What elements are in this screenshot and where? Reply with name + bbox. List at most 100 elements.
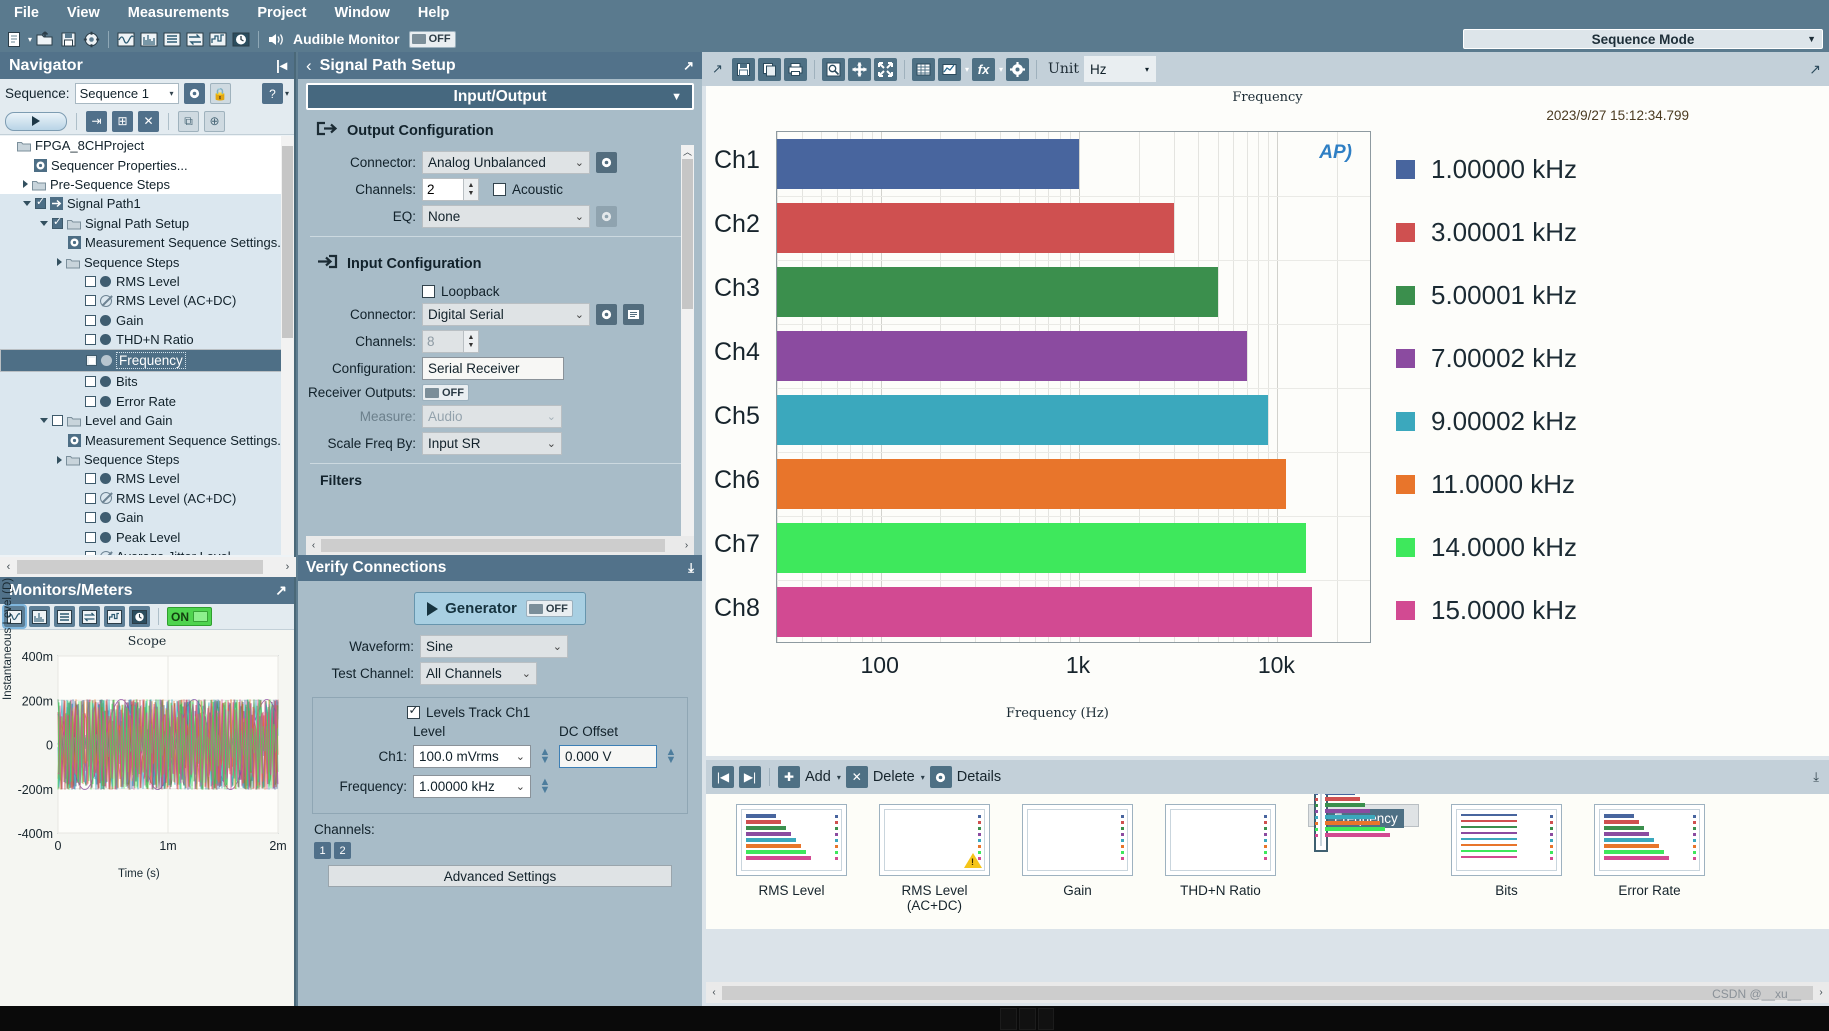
menu-view[interactable]: View [67,5,100,21]
output-channels-stepper[interactable]: 2 ▲ ▼ [422,178,479,201]
tree-item-rms-level[interactable]: RMS Level [0,469,294,489]
next-icon[interactable]: ▶| [739,766,761,788]
output-eq-select[interactable]: None ⌄ [422,205,590,228]
measurement-thumb-rms-level[interactable]: RMS Level [736,804,847,900]
taskbar-item[interactable] [1000,1007,1017,1030]
graph-icon[interactable] [938,57,961,81]
signal-path-vscrollbar[interactable]: ︿ ﹀ [681,145,694,536]
copy-icon[interactable]: ⧉ [178,110,199,132]
bar-ch2[interactable] [777,203,1174,253]
tree-item-signal-path1[interactable]: Signal Path1 [0,194,294,214]
tree-item-checkbox[interactable] [86,355,97,367]
function-dropdown-icon[interactable]: ▾ [999,65,1003,74]
tree-item-pre-sequence-steps[interactable]: Pre-Sequence Steps [0,175,294,194]
sequence-lock-icon[interactable]: 🔒 [209,83,231,104]
bar-ch4[interactable] [777,331,1247,381]
thumb-preview[interactable] [736,804,847,876]
delete-label[interactable]: Delete [873,769,915,785]
scroll-left-icon[interactable]: ‹ [0,561,17,573]
tree-item-fpga-8chproject[interactable]: FPGA_8CHProject [0,136,294,155]
previous-icon[interactable]: |◀ [712,766,734,788]
input-connector-settings-gear-icon[interactable] [596,304,617,325]
sequence-select[interactable]: Sequence 1 ▾ [74,83,179,104]
ch1-dc-offset-input[interactable]: 0.000 V [559,744,657,768]
scroll-right-icon[interactable]: › [679,540,694,551]
collapse-panel-icon[interactable]: |◂ [276,57,287,74]
tree-item-sequencer-properties[interactable]: Sequencer Properties... [0,155,294,174]
scroll-left-icon[interactable]: ‹ [306,540,321,551]
tree-item-bits[interactable]: Bits [0,372,294,392]
acoustic-checkbox-row[interactable]: Acoustic [493,182,563,197]
transfer-view-icon[interactable] [79,606,100,627]
input-connector-detail-icon[interactable] [623,304,644,325]
add-icon[interactable]: ✚ [778,766,800,788]
scroll-right-icon[interactable]: › [1813,987,1829,998]
popout-icon[interactable]: ↗ [275,582,287,599]
tree-item-rms-level-ac-dc[interactable]: RMS Level (AC+DC) [0,488,294,509]
thumb-preview[interactable] [1594,804,1705,876]
spectrum-view-icon[interactable] [29,606,50,627]
tree-item-signal-path-setup[interactable]: Signal Path Setup [0,213,294,233]
delete-dropdown-icon[interactable]: ▾ [921,773,925,782]
tree-item-rms-level[interactable]: RMS Level [0,271,294,292]
measurement-thumb-thd-n-ratio[interactable]: THD+N Ratio [1165,804,1276,900]
scrollbar-thumb[interactable] [321,539,665,552]
tree-item-checkbox[interactable] [85,376,96,388]
frequency-select[interactable]: 1.00000 kHz ⌄ [413,774,531,798]
scrollbar-thumb[interactable] [682,159,693,309]
tree-item-checkbox[interactable] [85,295,96,307]
input-configuration-value[interactable]: Serial Receiver [422,357,564,380]
input-connector-select[interactable]: Digital Serial ⌄ [422,303,590,326]
tree-item-measurement-sequence-settings[interactable]: Measurement Sequence Settings.. [0,232,294,253]
taskbar-item[interactable] [1037,1007,1055,1030]
print-icon[interactable] [784,57,807,81]
stepper-arrows-icon[interactable]: ▲ ▼ [464,178,479,201]
tree-item-thd-n-ratio[interactable]: THD+N Ratio [0,329,294,350]
open-folder-icon[interactable] [35,29,55,49]
bar-ch3[interactable] [777,267,1218,317]
thumb-preview[interactable] [1022,804,1133,876]
thumb-preview[interactable] [1451,804,1562,876]
thumb-preview[interactable] [1314,794,1390,852]
ch1-level-stepper[interactable]: ▲ ▼ [537,743,553,769]
help-button[interactable]: ? ▾ [261,83,289,104]
collapse-chevron-icon[interactable] [40,418,48,424]
add-dropdown-icon[interactable]: ▾ [837,773,841,782]
tree-item-checkbox[interactable] [85,314,96,326]
tree-item-checkbox[interactable] [85,395,96,407]
collapse-chevron-icon[interactable] [23,201,31,207]
generator-button[interactable]: Generator OFF [414,592,586,625]
tree-item-checkbox[interactable] [35,195,46,210]
tree-item-level-and-gain[interactable]: Level and Gain [0,411,294,431]
settings-gear-icon[interactable] [81,29,101,49]
frequency-stepper[interactable]: ▲ ▼ [537,773,553,799]
output-channels-value[interactable]: 2 [422,178,464,201]
tree-item-checkbox[interactable] [85,275,96,287]
details-label[interactable]: Details [957,769,1001,785]
ch1-level-select[interactable]: 100.0 mVrms ⌄ [413,744,531,768]
generator-toggle[interactable]: OFF [525,600,573,617]
zoom-icon[interactable] [822,57,845,81]
table-icon[interactable] [912,57,935,81]
details-gear-icon[interactable] [929,766,952,788]
plot-canvas[interactable]: AP) [776,131,1371,643]
new-document-dropdown-icon[interactable]: ▾ [28,35,32,44]
tree-item-error-rate[interactable]: Error Rate [0,391,294,412]
back-chevron-icon[interactable]: ‹ [306,56,312,76]
measurement-thumb-error-rate[interactable]: Error Rate [1594,804,1705,900]
scroll-up-icon[interactable]: ︿ [681,145,694,158]
graph-dropdown-icon[interactable]: ▾ [965,65,969,74]
tree-item-checkbox[interactable] [52,215,63,229]
thumb-preview[interactable] [1165,804,1276,876]
copy-icon[interactable] [758,57,781,81]
menu-project[interactable]: Project [257,5,306,21]
measurement-bar-expand-icon[interactable]: ⤓ [1813,769,1819,785]
pan-icon[interactable] [848,57,871,81]
clock-icon[interactable] [231,29,251,49]
add-signal-path-icon[interactable]: ⇥ [86,110,107,132]
signal-path-hscrollbar[interactable]: ‹ › [306,536,694,555]
menu-measurements[interactable]: Measurements [128,5,230,21]
fit-icon[interactable] [874,57,897,81]
levels-track-checkbox[interactable] [407,703,420,719]
bar-ch5[interactable] [777,395,1269,445]
